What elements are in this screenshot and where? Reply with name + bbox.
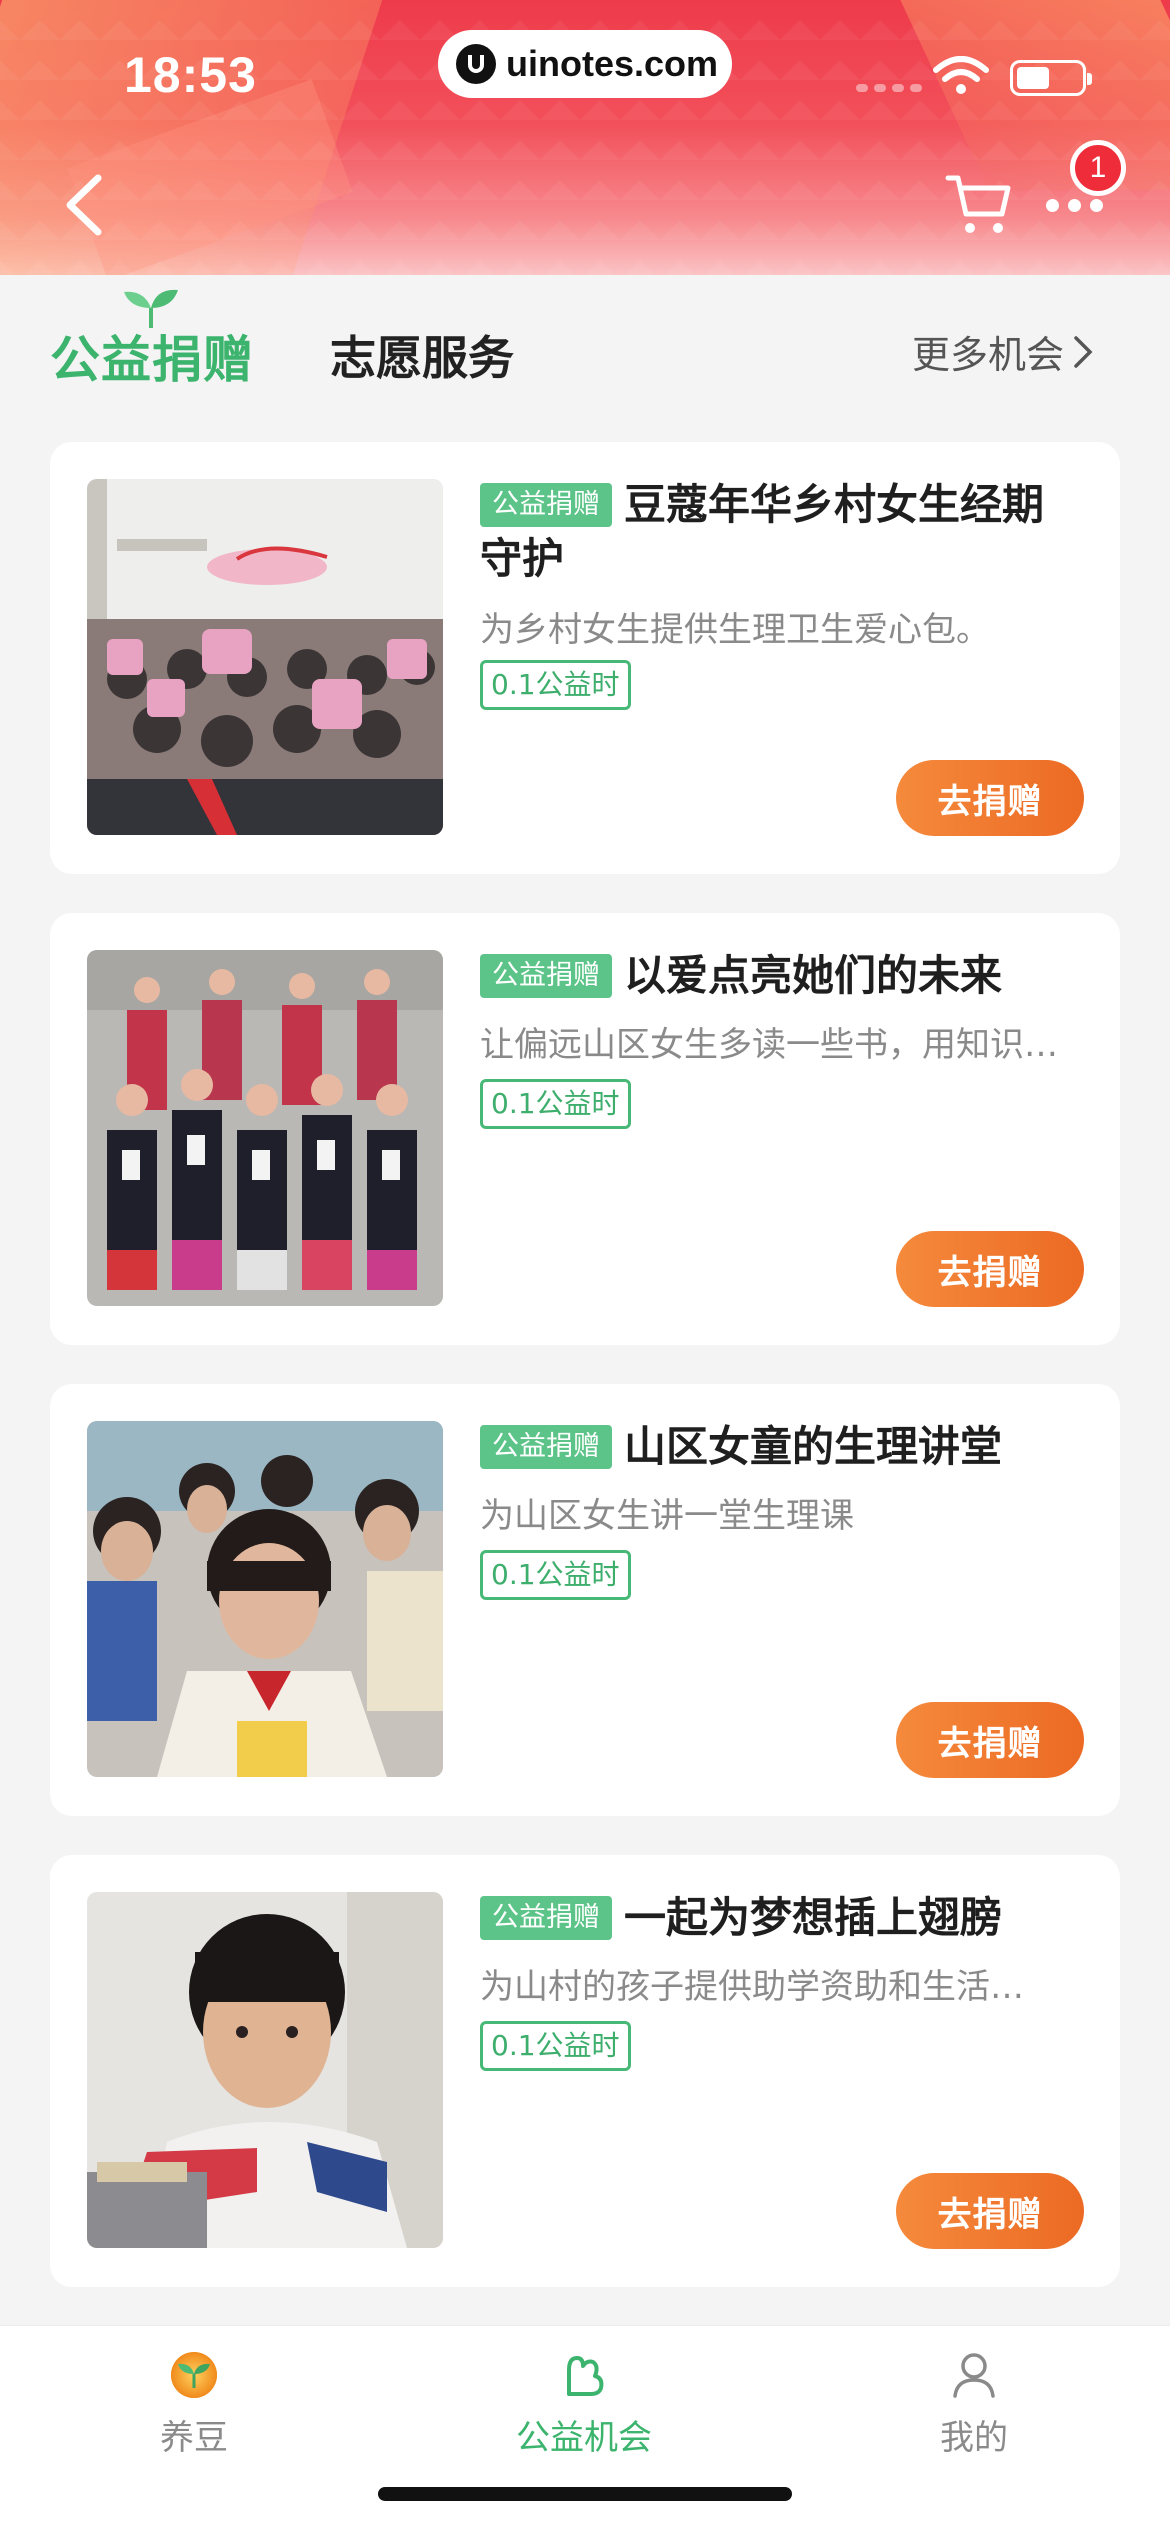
cart-icon[interactable]	[944, 172, 1016, 238]
site-logo-icon	[456, 44, 496, 84]
battery-icon	[1010, 60, 1092, 96]
donate-button[interactable]: 去捐赠	[896, 1231, 1084, 1307]
bean-sprout-icon	[171, 2352, 217, 2398]
wifi-icon	[933, 56, 989, 94]
app-header: 18:53 uinotes.com 1	[0, 0, 1170, 275]
nav-item-charity-opportunities[interactable]: 公益机会	[484, 2350, 684, 2459]
person-icon	[953, 2353, 995, 2398]
project-photo	[87, 1421, 443, 1777]
charity-hours-badge: 0.1公益时	[480, 660, 631, 710]
project-title[interactable]: 公益捐赠 以爱点亮她们的未来	[480, 949, 1080, 1003]
nav-item-mine[interactable]: 我的	[874, 2350, 1074, 2459]
project-description: 让偏远山区女生多读一些书，用知识…	[480, 1025, 1058, 1065]
project-title-text: 一起为梦想插上翅膀	[624, 1893, 1003, 1942]
back-button[interactable]	[56, 170, 116, 240]
chevron-right-icon	[1074, 335, 1093, 368]
donate-button[interactable]: 去捐赠	[896, 1702, 1084, 1778]
category-tag: 公益捐赠	[480, 954, 612, 998]
category-tag: 公益捐赠	[480, 1425, 612, 1469]
project-title-text: 山区女童的生理讲堂	[624, 1422, 1003, 1471]
charity-hours-badge: 0.1公益时	[480, 1550, 631, 1600]
project-title[interactable]: 公益捐赠 豆蔻年华乡村女生经期守护	[480, 478, 1080, 586]
project-title[interactable]: 公益捐赠 山区女童的生理讲堂	[480, 1420, 1080, 1474]
donate-button[interactable]: 去捐赠	[896, 760, 1084, 836]
project-description: 为山区女生讲一堂生理课	[480, 1496, 854, 1536]
nav-label: 公益机会	[516, 2418, 652, 2458]
project-photo	[87, 1892, 443, 2248]
project-card[interactable]: 公益捐赠 豆蔻年华乡村女生经期守护 为乡村女生提供生理卫生爱心包。 0.1公益时 …	[50, 442, 1120, 874]
url-pill: uinotes.com	[438, 30, 732, 98]
category-tag: 公益捐赠	[480, 1896, 612, 1940]
tab-volunteer-service[interactable]: 志愿服务	[330, 322, 514, 388]
url-text: uinotes.com	[506, 43, 719, 84]
project-photo	[87, 950, 443, 1306]
project-photo	[87, 479, 443, 835]
project-description: 为乡村女生提供生理卫生爱心包。	[480, 610, 990, 650]
project-card[interactable]: 公益捐赠 一起为梦想插上翅膀 为山村的孩子提供助学资助和生活… 0.1公益时 去捐…	[50, 1855, 1120, 2287]
project-description: 为山村的孩子提供助学资助和生活…	[480, 1967, 1024, 2007]
project-title-text: 以爱点亮她们的未来	[624, 951, 1003, 1000]
tab-donation[interactable]: 公益捐赠	[50, 320, 254, 392]
nav-item-beans[interactable]: 养豆	[94, 2350, 294, 2459]
charity-hours-badge: 0.1公益时	[480, 1079, 631, 1129]
donate-button[interactable]: 去捐赠	[896, 2173, 1084, 2249]
home-indicator	[378, 2487, 792, 2501]
notification-badge: 1	[1070, 140, 1126, 196]
status-time: 18:53	[124, 47, 257, 103]
project-card[interactable]: 公益捐赠 以爱点亮她们的未来 让偏远山区女生多读一些书，用知识… 0.1公益时 去…	[50, 913, 1120, 1345]
nav-label: 养豆	[160, 2418, 228, 2458]
signal-icon	[856, 84, 922, 92]
charity-hand-icon	[567, 2356, 604, 2396]
more-opportunities-link[interactable]: 更多机会	[912, 324, 1094, 379]
nav-label: 我的	[940, 2418, 1008, 2458]
project-title[interactable]: 公益捐赠 一起为梦想插上翅膀	[480, 1891, 1080, 1945]
project-card[interactable]: 公益捐赠 山区女童的生理讲堂 为山区女生讲一堂生理课 0.1公益时 去捐赠	[50, 1384, 1120, 1816]
category-tabs: 公益捐赠 志愿服务 更多机会	[0, 276, 1170, 426]
more-opportunities-label: 更多机会	[912, 333, 1065, 377]
category-tag: 公益捐赠	[480, 483, 612, 527]
charity-hours-badge: 0.1公益时	[480, 2021, 631, 2071]
